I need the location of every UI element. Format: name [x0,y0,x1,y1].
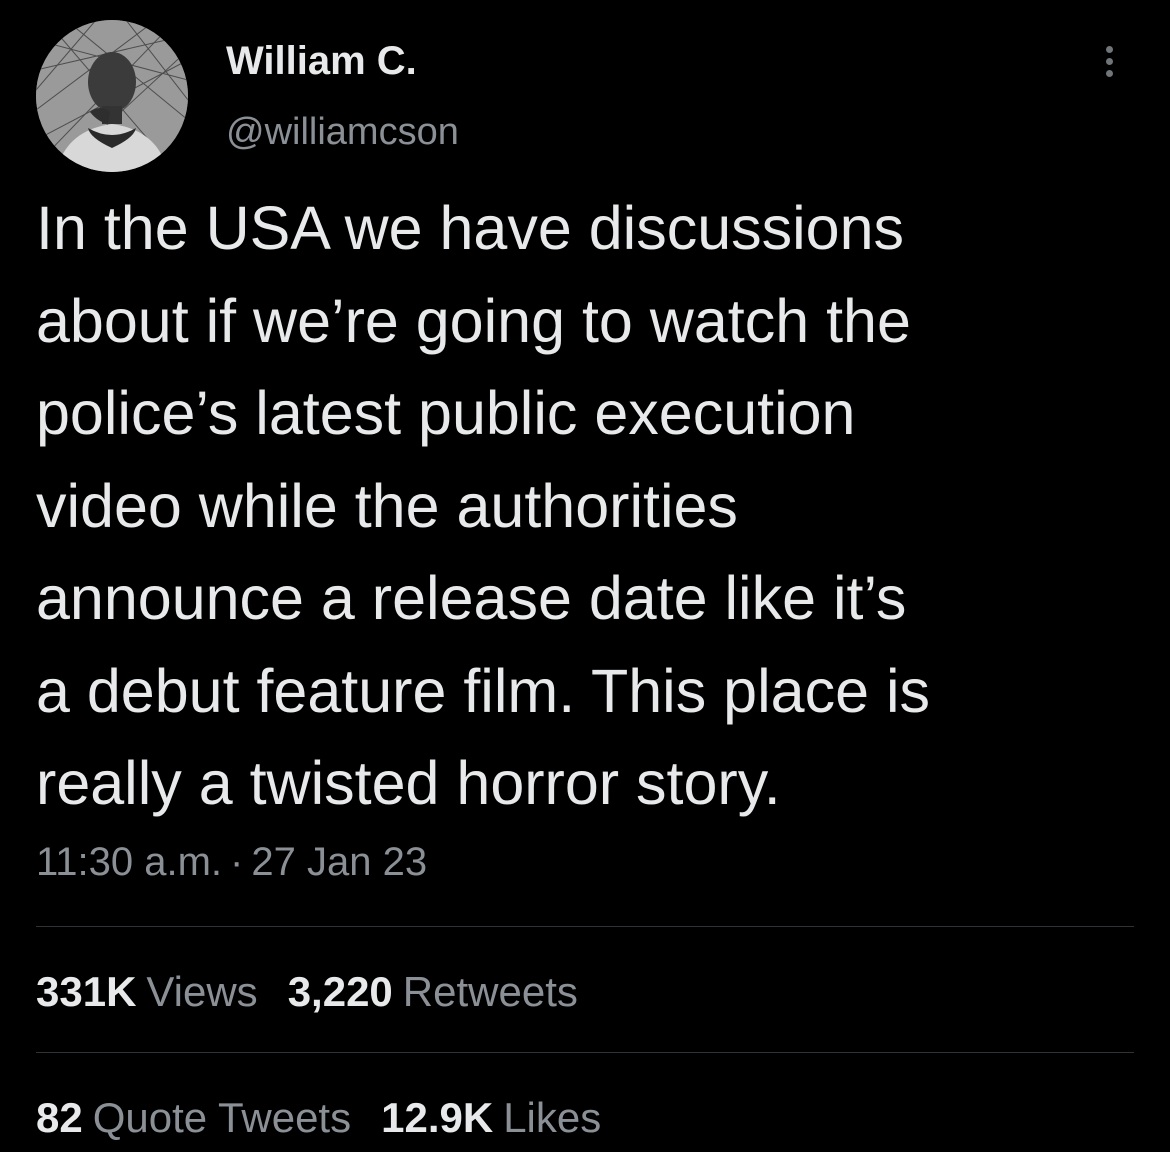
tweet-text-line: about if we’re going to watch the [36,286,911,355]
stats-row-views-retweets: 331K Views 3,220 Retweets [36,966,608,1018]
tweet-card: William C. @williamcson In the USA we ha… [0,0,1170,1152]
tweet-date: 27 Jan 23 [251,840,428,884]
tweet-text-line: really a twisted horror story. [36,749,781,817]
views-stat[interactable]: 331K Views [36,966,258,1018]
retweets-count: 3,220 [287,968,393,1015]
quote-tweets-count: 82 [36,1094,83,1141]
stats-row-quotes-likes: 82 Quote Tweets 12.9K Likes [36,1092,631,1144]
more-vertical-icon[interactable] [1096,40,1124,84]
avatar-photo [36,20,188,172]
likes-count: 12.9K [381,1094,494,1141]
retweets-label: Retweets [402,968,578,1015]
avatar[interactable] [36,20,188,172]
divider [36,926,1134,927]
tweet-time: 11:30 a.m. [36,840,223,884]
tweet-text-line: In the USA we have discussions [36,194,905,262]
views-label: Views [146,968,258,1015]
tweet-text-line: announce a release date like it’s [36,564,907,632]
tweet-text-line: police’s latest public execution [36,379,856,447]
views-count: 331K [36,968,137,1015]
divider [36,1052,1134,1053]
likes-stat[interactable]: 12.9K Likes [381,1092,601,1144]
quote-tweets-stat[interactable]: 82 Quote Tweets [36,1092,351,1144]
tweet-text-line: video while the authorities [36,471,738,540]
likes-label: Likes [503,1094,602,1141]
tweet-timestamp[interactable]: 11:30 a.m. · 27 Jan 23 [36,836,427,888]
author-handle[interactable]: @williamcson [226,110,459,154]
author-name[interactable]: William C. [226,38,417,84]
quote-tweets-label: Quote Tweets [92,1094,352,1141]
tweet-text: In the USA we have discussions about if … [36,182,1136,830]
meta-separator: · [230,840,244,884]
retweets-stat[interactable]: 3,220 Retweets [288,966,578,1018]
tweet-text-line: a debut feature film. This place is [36,656,931,725]
